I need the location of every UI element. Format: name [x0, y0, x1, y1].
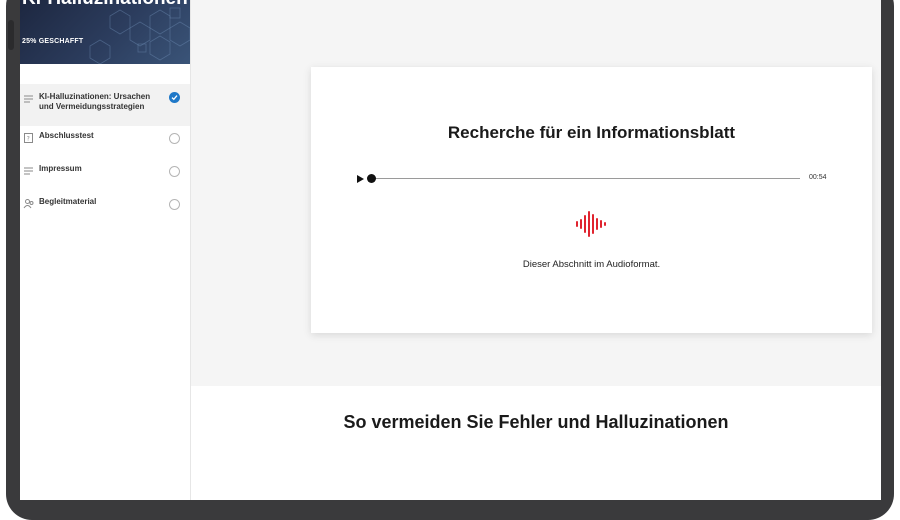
progress-label: 25% GESCHAFFT: [22, 38, 84, 45]
course-sidebar: KI-Halluzinationen 25% GESCHAFFT KI-Hall…: [20, 0, 191, 500]
course-header: KI-Halluzinationen 25% GESCHAFFT: [20, 0, 190, 64]
audio-progress-track[interactable]: [373, 178, 800, 179]
lines-icon: [24, 167, 33, 175]
nav-item-label: Begleitmaterial: [39, 197, 97, 206]
status-circle-icon: [169, 166, 180, 177]
nav-item-halluzinationen[interactable]: KI-Halluzinationen: Ursachen und Vermeid…: [20, 84, 190, 126]
nav-item-abschlusstest[interactable]: ? Abschlusstest: [20, 126, 190, 159]
lesson-nav: KI-Halluzinationen: Ursachen und Vermeid…: [20, 84, 190, 225]
audio-card-title: Recherche für ein Informationsblatt: [447, 123, 736, 142]
nav-item-impressum[interactable]: Impressum: [20, 159, 190, 192]
people-icon: [23, 199, 34, 209]
svg-text:?: ?: [27, 136, 30, 143]
section-heading: So vermeiden Sie Fehler und Halluzinatio…: [343, 412, 729, 432]
audio-card: Recherche für ein Informationsblatt 00:5…: [311, 67, 872, 333]
play-icon[interactable]: [356, 174, 366, 184]
status-circle-icon: [169, 199, 180, 210]
sound-wave-icon: [576, 211, 606, 237]
status-circle-icon: [169, 133, 180, 144]
audio-duration: 00:54: [809, 174, 827, 181]
nav-item-label: Abschlusstest: [39, 131, 94, 140]
lines-icon: [24, 95, 33, 103]
quiz-icon: ?: [24, 133, 33, 143]
course-title: KI-Halluzinationen: [22, 0, 188, 10]
nav-item-label: Impressum: [39, 164, 82, 173]
device-side-button: [8, 20, 14, 50]
completed-check-icon: [169, 92, 180, 103]
audio-caption: Dieser Abschnitt im Audioformat.: [522, 259, 661, 270]
next-section: So vermeiden Sie Fehler und Halluzinatio…: [191, 386, 881, 500]
nav-item-label: KI-Halluzinationen: Ursachen und Vermeid…: [39, 92, 151, 111]
screen: KI-Halluzinationen 25% GESCHAFFT KI-Hall…: [20, 0, 881, 500]
audio-scrubber-handle[interactable]: [367, 174, 376, 183]
nav-item-begleitmaterial[interactable]: Begleitmaterial: [20, 192, 190, 225]
